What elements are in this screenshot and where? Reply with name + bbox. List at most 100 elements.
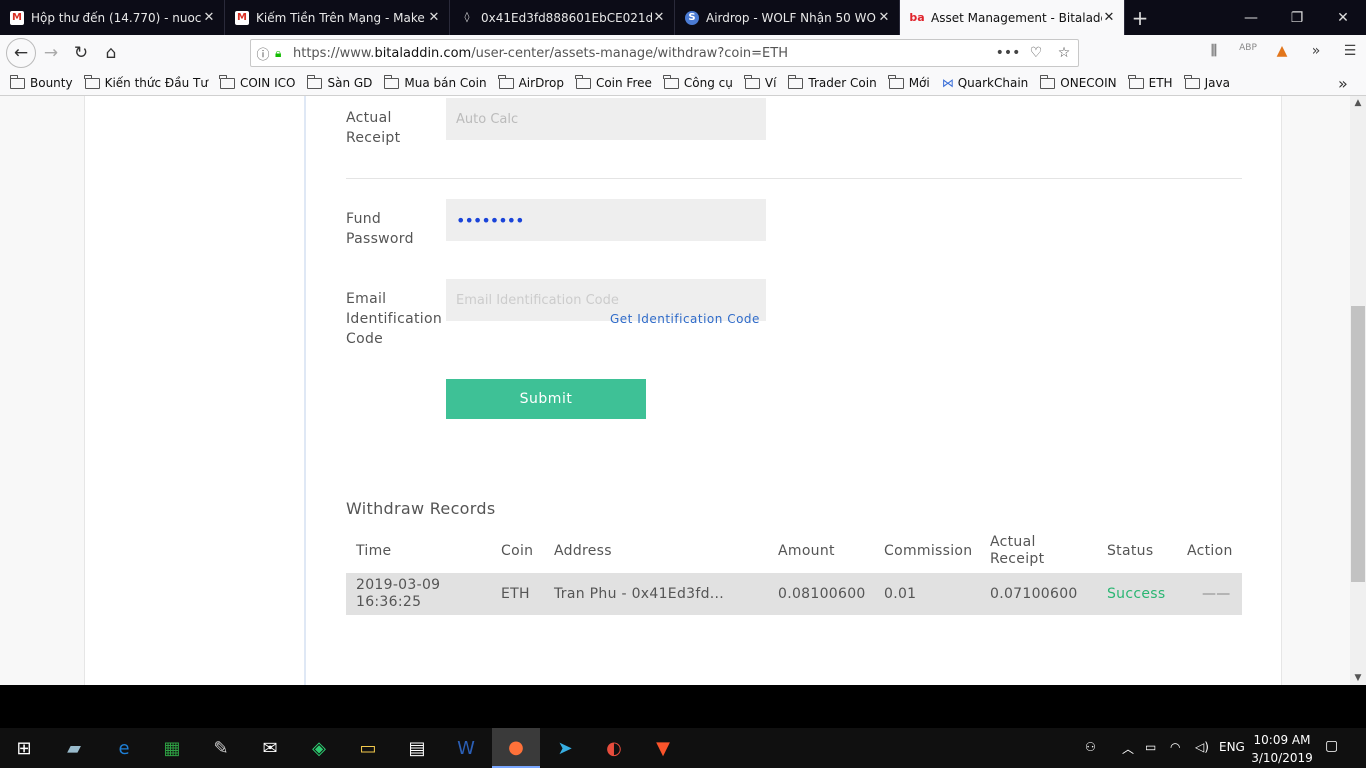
- language-indicator[interactable]: ENG: [1219, 740, 1245, 754]
- bookmark-folder[interactable]: Mua bán Coin: [383, 74, 487, 90]
- withdraw-records-table: Time Coin Address Amount Commission Actu…: [346, 530, 1242, 615]
- bookmark-link[interactable]: ⋈ QuarkChain: [942, 76, 1029, 90]
- folder-icon: [888, 74, 904, 89]
- calculator-icon[interactable]: ▤: [393, 728, 441, 768]
- bookmark-folder[interactable]: Mới: [888, 74, 930, 90]
- app-diamond-icon[interactable]: ◈: [295, 728, 343, 768]
- tab-asset-management[interactable]: ba Asset Management - Bitaladdin ✕: [900, 0, 1125, 35]
- scrollbar-thumb[interactable]: [1351, 306, 1365, 582]
- minimize-icon[interactable]: —: [1228, 0, 1274, 35]
- firefox-icon[interactable]: ●: [492, 728, 540, 768]
- bookmark-folder[interactable]: Java: [1184, 74, 1230, 90]
- close-tab-icon[interactable]: ✕: [652, 10, 666, 25]
- col-address: Address: [554, 543, 612, 559]
- page-info-icon[interactable]: ⓘ: [251, 44, 275, 63]
- tab-title: Airdrop - WOLF Nhận 50 WOLF: [706, 10, 877, 25]
- submit-button[interactable]: Submit: [446, 379, 646, 419]
- tab-eth-address[interactable]: ◊ 0x41Ed3fd888601EbCE021d98D... ✕: [450, 0, 675, 35]
- new-tab-plus-icon[interactable]: +: [1125, 0, 1155, 35]
- address-bar[interactable]: ⓘ 🔒︎ https://www.bitaladdin.com/user-cen…: [250, 39, 1079, 67]
- system-clock[interactable]: 10:09 AM 3/10/2019: [1244, 731, 1320, 767]
- bookmark-folder[interactable]: Bounty: [9, 74, 73, 90]
- bookmark-label: Ví: [764, 76, 777, 90]
- bookmark-label: Bounty: [30, 76, 73, 90]
- page-actions-icon[interactable]: •••: [994, 45, 1022, 61]
- url-text[interactable]: https://www.bitaladdin.com/user-center/a…: [293, 46, 994, 61]
- home-icon[interactable]: ⌂: [96, 38, 126, 68]
- paint-icon[interactable]: ✎: [197, 728, 245, 768]
- file-manager-icon[interactable]: ▰: [50, 728, 98, 768]
- clock-date: 3/10/2019: [1251, 751, 1313, 765]
- menu-icon[interactable]: ☰: [1336, 43, 1364, 59]
- bookmark-folder[interactable]: Kiến thức Đầu Tư: [84, 74, 208, 90]
- edge-icon[interactable]: e: [100, 728, 148, 768]
- bookmark-folder[interactable]: ONECOIN: [1039, 74, 1117, 90]
- forward-arrow-icon[interactable]: →: [36, 38, 66, 68]
- reload-icon[interactable]: ↻: [66, 38, 96, 68]
- bookmark-folder[interactable]: Sàn GD: [306, 74, 373, 90]
- scroll-down-arrow-icon[interactable]: ▼: [1350, 673, 1366, 683]
- notifications-icon[interactable]: ▢: [1325, 738, 1338, 754]
- bookmark-folder[interactable]: ETH: [1128, 74, 1173, 90]
- tab-title: Hộp thư đến (14.770) - nuocmam: [31, 10, 202, 25]
- pocket-icon[interactable]: ♡: [1022, 45, 1050, 61]
- tray-chevron-icon[interactable]: ︿: [1122, 740, 1134, 757]
- restore-icon[interactable]: ❐: [1274, 0, 1320, 35]
- fund-password-input[interactable]: ••••••••: [446, 199, 766, 241]
- folder-icon: [663, 74, 679, 89]
- col-time: Time: [356, 543, 392, 559]
- folder-icon: [575, 74, 591, 89]
- adblock-icon[interactable]: ABP: [1234, 43, 1262, 59]
- page-content: Actual Receipt Auto Calc Fund Password •…: [0, 96, 1350, 685]
- excel-icon[interactable]: ▦: [148, 728, 196, 768]
- col-status: Status: [1107, 543, 1154, 559]
- explorer-folder-icon[interactable]: ▭: [344, 728, 392, 768]
- mail-icon[interactable]: ✉: [246, 728, 294, 768]
- volume-icon[interactable]: ◁): [1195, 740, 1209, 754]
- bookmark-label: Trader Coin: [808, 76, 877, 90]
- tab-gmail-inbox[interactable]: M Hộp thư đến (14.770) - nuocmam ✕: [0, 0, 225, 35]
- bookmark-folder[interactable]: Trader Coin: [787, 74, 877, 90]
- col-coin: Coin: [501, 543, 534, 559]
- word-icon[interactable]: W: [442, 728, 490, 768]
- scroll-up-arrow-icon[interactable]: ▲: [1350, 98, 1366, 108]
- get-code-link[interactable]: Get Identification Code: [610, 312, 760, 326]
- tab-airdrop-wolf[interactable]: S Airdrop - WOLF Nhận 50 WOLF ✕: [675, 0, 900, 35]
- library-icon[interactable]: ⫼: [1200, 43, 1228, 59]
- withdraw-panel: Actual Receipt Auto Calc Fund Password •…: [306, 96, 1282, 685]
- bookmark-label: Sàn GD: [327, 76, 373, 90]
- close-tab-icon[interactable]: ✕: [1102, 10, 1116, 25]
- telegram-icon[interactable]: ➤: [541, 728, 589, 768]
- ccleaner-icon[interactable]: ◐: [590, 728, 638, 768]
- url-domain: bitaladdin.com: [374, 45, 472, 61]
- bookmark-folder[interactable]: Công cụ: [663, 74, 733, 90]
- close-tab-icon[interactable]: ✕: [202, 10, 216, 25]
- gmail-icon: M: [235, 10, 249, 25]
- clock-time: 10:09 AM: [1253, 733, 1311, 747]
- overflow-chevron-icon[interactable]: »: [1302, 43, 1330, 59]
- page-scrollbar[interactable]: ▲ ▼: [1350, 96, 1366, 685]
- windows-start-icon[interactable]: ⊞: [0, 728, 48, 768]
- url-path: /user-center/assets-manage/withdraw?coin…: [471, 45, 788, 61]
- folder-icon: [1039, 74, 1056, 89]
- bookmark-folder[interactable]: COIN ICO: [219, 74, 295, 90]
- tab-gmail-make-money[interactable]: M Kiếm Tiền Trên Mạng - Make Mo ✕: [225, 0, 450, 35]
- col-action: Action: [1187, 543, 1233, 559]
- folder-icon: [744, 74, 760, 89]
- close-tab-icon[interactable]: ✕: [427, 10, 441, 25]
- close-window-icon[interactable]: ✕: [1320, 0, 1366, 35]
- back-arrow-icon[interactable]: ←: [6, 38, 36, 68]
- close-tab-icon[interactable]: ✕: [877, 10, 891, 25]
- email-code-label: Email Identification Code: [346, 291, 442, 347]
- bookmark-label: Mua bán Coin: [404, 76, 487, 90]
- bookmark-star-icon[interactable]: ☆: [1050, 45, 1078, 61]
- brave-icon[interactable]: ▼: [639, 728, 687, 768]
- bookmark-folder[interactable]: Ví: [744, 74, 777, 90]
- bookmarks-overflow-chevron-icon[interactable]: »: [1338, 74, 1348, 93]
- bookmark-folder[interactable]: Coin Free: [575, 74, 652, 90]
- battery-icon[interactable]: ▭: [1145, 740, 1156, 754]
- bookmark-folder[interactable]: AirDrop: [498, 74, 564, 90]
- wifi-icon[interactable]: ◠: [1170, 740, 1180, 754]
- people-icon[interactable]: ⚇: [1085, 740, 1096, 754]
- metamask-icon[interactable]: ▲: [1268, 43, 1296, 59]
